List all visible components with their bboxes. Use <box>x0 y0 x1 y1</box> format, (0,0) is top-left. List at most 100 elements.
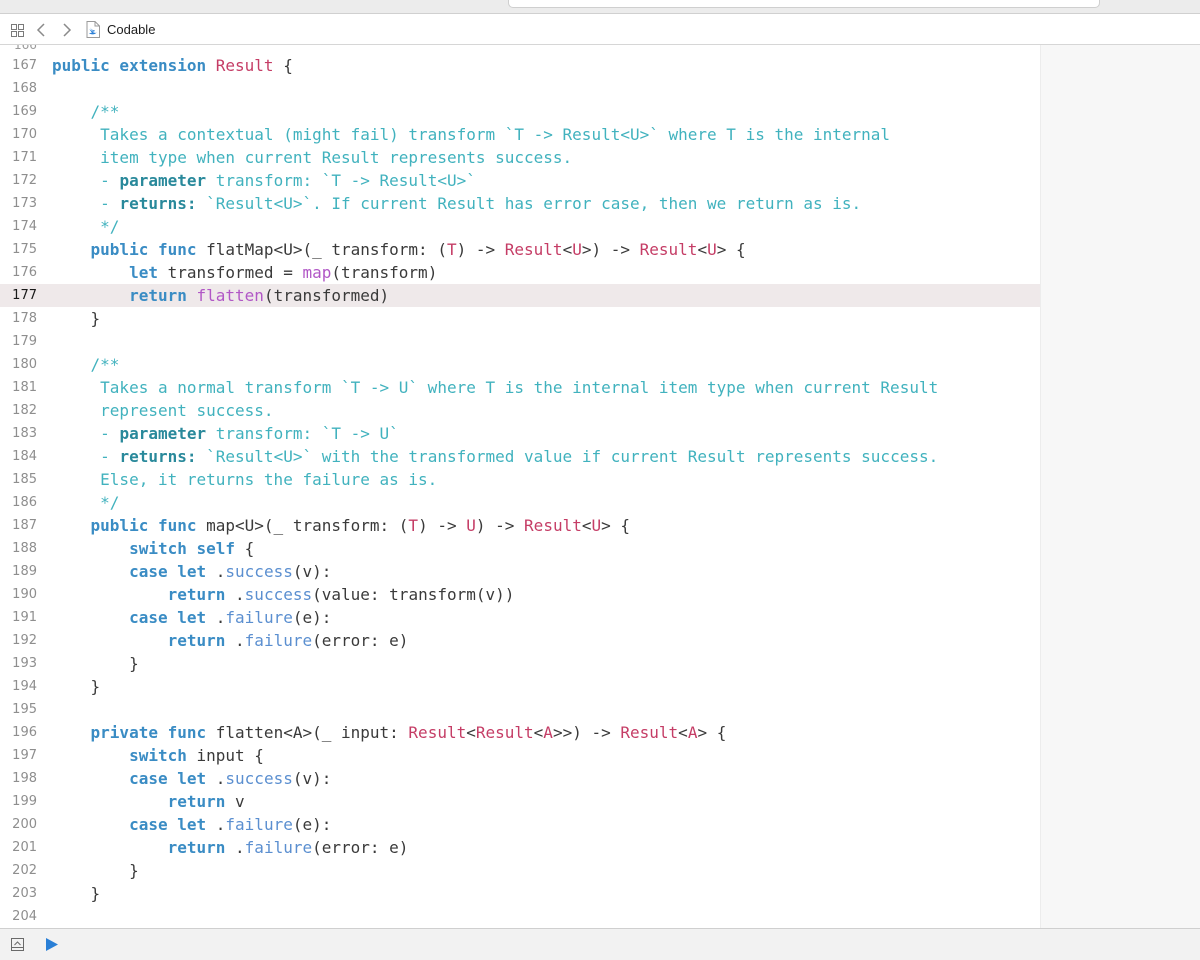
line-number[interactable]: 202 <box>0 859 37 882</box>
code-text[interactable]: return .failure(error: e) <box>52 836 409 859</box>
code-line[interactable]: 170 Takes a contextual (might fail) tran… <box>0 123 1040 146</box>
line-number[interactable]: 204 <box>0 905 37 928</box>
line-number[interactable]: 181 <box>0 376 37 399</box>
line-number[interactable]: 195 <box>0 698 37 721</box>
line-number[interactable]: 191 <box>0 606 37 629</box>
line-number[interactable]: 175 <box>0 238 37 261</box>
line-number[interactable]: 197 <box>0 744 37 767</box>
code-text[interactable]: case let .success(v): <box>52 767 331 790</box>
code-line[interactable]: 175 public func flatMap<U>(_ transform: … <box>0 238 1040 261</box>
continue-execution-icon[interactable] <box>45 937 59 952</box>
line-number[interactable]: 203 <box>0 882 37 905</box>
line-number[interactable]: 194 <box>0 675 37 698</box>
code-text[interactable]: return .success(value: transform(v)) <box>52 583 515 606</box>
code-text[interactable]: represent success. <box>52 399 273 422</box>
line-number[interactable]: 180 <box>0 353 37 376</box>
line-number[interactable]: 184 <box>0 445 37 468</box>
code-text[interactable]: - returns: `Result<U>`. If current Resul… <box>52 192 861 215</box>
line-number[interactable]: 170 <box>0 123 37 146</box>
line-number[interactable]: 185 <box>0 468 37 491</box>
code-text[interactable]: - parameter transform: `T -> U` <box>52 422 399 445</box>
code-text[interactable]: Else, it returns the failure as is. <box>52 468 437 491</box>
code-text[interactable]: private func flatten<A>(_ input: Result<… <box>52 721 727 744</box>
code-line[interactable]: 204 <box>0 905 1040 928</box>
code-line[interactable]: 191 case let .failure(e): <box>0 606 1040 629</box>
line-number[interactable]: 171 <box>0 146 37 169</box>
source-editor[interactable]: 166 167 public extension Result {168 169 /… <box>0 45 1200 928</box>
code-text[interactable]: } <box>52 652 139 675</box>
code-line[interactable]: 190 return .success(value: transform(v)) <box>0 583 1040 606</box>
code-text[interactable]: item type when current Result represents… <box>52 146 572 169</box>
chevron-left-icon[interactable] <box>34 20 50 40</box>
minimap[interactable] <box>1040 45 1200 928</box>
code-line[interactable]: 183 - parameter transform: `T -> U` <box>0 422 1040 445</box>
code-text[interactable]: /** <box>52 353 120 376</box>
line-number[interactable]: 179 <box>0 330 37 353</box>
line-number[interactable]: 169 <box>0 100 37 123</box>
code-line[interactable]: 203 } <box>0 882 1040 905</box>
code-line[interactable]: 181 Takes a normal transform `T -> U` wh… <box>0 376 1040 399</box>
line-number[interactable]: 177 <box>0 284 37 307</box>
code-text[interactable]: } <box>52 675 101 698</box>
code-line[interactable]: 173 - returns: `Result<U>`. If current R… <box>0 192 1040 215</box>
code-line[interactable]: 172 - parameter transform: `T -> Result<… <box>0 169 1040 192</box>
line-number[interactable]: 201 <box>0 836 37 859</box>
line-number[interactable]: 192 <box>0 629 37 652</box>
line-number[interactable]: 193 <box>0 652 37 675</box>
code-line[interactable]: 195 <box>0 698 1040 721</box>
code-line[interactable]: 180 /** <box>0 353 1040 376</box>
code-text[interactable]: - returns: `Result<U>` with the transfor… <box>52 445 938 468</box>
code-text[interactable]: } <box>52 882 101 905</box>
code-text[interactable]: public func flatMap<U>(_ transform: (T) … <box>52 238 746 261</box>
code-text[interactable]: return v <box>52 790 245 813</box>
code-text[interactable]: case let .failure(e): <box>52 813 331 836</box>
code-line[interactable]: 194 } <box>0 675 1040 698</box>
code-line[interactable]: 174 */ <box>0 215 1040 238</box>
code-line[interactable]: 168 <box>0 77 1040 100</box>
code-line[interactable]: 192 return .failure(error: e) <box>0 629 1040 652</box>
code-text[interactable]: /** <box>52 100 120 123</box>
code-line[interactable]: 167 public extension Result { <box>0 54 1040 77</box>
line-number[interactable]: 190 <box>0 583 37 606</box>
line-number[interactable]: 178 <box>0 307 37 330</box>
code-line[interactable]: 201 return .failure(error: e) <box>0 836 1040 859</box>
code-line[interactable]: 199 return v <box>0 790 1040 813</box>
code-text[interactable]: let transformed = map(transform) <box>52 261 437 284</box>
line-number[interactable]: 172 <box>0 169 37 192</box>
line-number[interactable]: 183 <box>0 422 37 445</box>
code-line[interactable]: 198 case let .success(v): <box>0 767 1040 790</box>
code-text[interactable]: */ <box>52 491 119 514</box>
line-number[interactable]: 186 <box>0 491 37 514</box>
code-text[interactable]: switch self { <box>52 537 254 560</box>
line-number[interactable]: 199 <box>0 790 37 813</box>
code-line[interactable]: 171 item type when current Result repres… <box>0 146 1040 169</box>
line-number[interactable]: 182 <box>0 399 37 422</box>
code-line[interactable]: 177 return flatten(transformed) <box>0 284 1040 307</box>
jump-bar-file-name[interactable]: Codable <box>107 22 155 37</box>
related-items-grid-icon[interactable] <box>11 24 24 37</box>
code-line[interactable]: 169 /** <box>0 100 1040 123</box>
code-line[interactable]: 186 */ <box>0 491 1040 514</box>
code-line[interactable]: 188 switch self { <box>0 537 1040 560</box>
line-number[interactable]: 188 <box>0 537 37 560</box>
code-line[interactable]: 178 } <box>0 307 1040 330</box>
line-number[interactable]: 173 <box>0 192 37 215</box>
code-text[interactable]: */ <box>52 215 119 238</box>
code-line[interactable]: 185 Else, it returns the failure as is. <box>0 468 1040 491</box>
code-text[interactable]: public func map<U>(_ transform: (T) -> U… <box>52 514 631 537</box>
code-text[interactable]: case let .success(v): <box>52 560 331 583</box>
code-text[interactable]: return .failure(error: e) <box>52 629 409 652</box>
code-line[interactable]: 193 } <box>0 652 1040 675</box>
code-text[interactable]: public extension Result { <box>52 54 293 77</box>
code-text[interactable]: return flatten(transformed) <box>52 284 389 307</box>
code-text[interactable]: } <box>52 307 101 330</box>
line-number[interactable]: 168 <box>0 77 37 100</box>
line-number[interactable]: 189 <box>0 560 37 583</box>
line-number[interactable]: 187 <box>0 514 37 537</box>
chevron-right-icon[interactable] <box>58 20 74 40</box>
code-line[interactable]: 196 private func flatten<A>(_ input: Res… <box>0 721 1040 744</box>
code-text[interactable]: Takes a normal transform `T -> U` where … <box>52 376 938 399</box>
line-number[interactable]: 176 <box>0 261 37 284</box>
code-text[interactable]: } <box>52 859 139 882</box>
code-line[interactable]: 189 case let .success(v): <box>0 560 1040 583</box>
